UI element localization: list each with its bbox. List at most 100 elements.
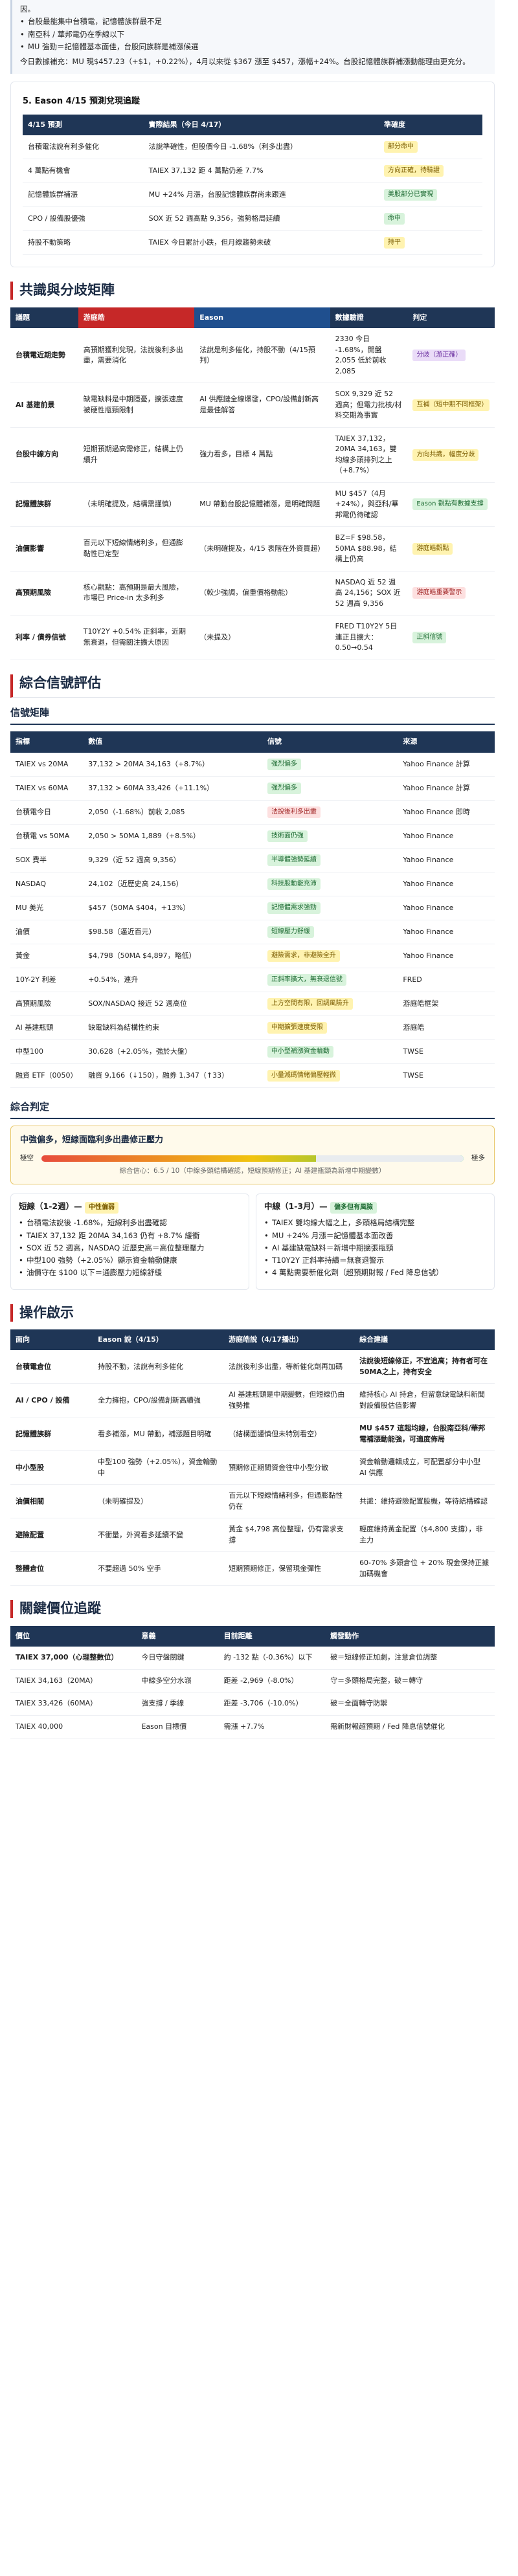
col-header: 判定 [407, 307, 495, 329]
distance-cell: 距差 -2,969（-8.0%） [218, 1669, 326, 1693]
value-cell: 9,329（近 52 週高 9,356） [83, 848, 262, 872]
indicator-cell: 高預期風險 [10, 992, 84, 1016]
source-cell: TWSE [398, 1039, 495, 1064]
you-cell: 高預期獲利兌現，法說後利多出盡，需要消化 [78, 328, 195, 384]
table-row: AI 基建瓶頸 缺電缺料為結構性約束 中期擴張速度受限 游庭皓 [10, 1016, 495, 1040]
accuracy-cell: 部分命中 [379, 135, 482, 160]
indicator-cell: NASDAQ [10, 872, 84, 896]
action-cell: 守＝多頭格局完整，破＝轉守 [325, 1669, 495, 1693]
you-cell: 黃金 $4,798 高位整理，仍有需求支撐 [223, 1518, 355, 1553]
source-cell: TWSE [398, 1063, 495, 1088]
table-row: TAIEX 33,426（60MA） 強支撐 / 季線 距差 -3,706（-10.… [10, 1692, 495, 1716]
status-badge: 中小型補漲資金輪動 [267, 1045, 333, 1058]
intro-partial: 因。 [20, 5, 35, 14]
status-badge: 持平 [384, 237, 405, 249]
table-row: CPO / 設備股優強 SOX 近 52 週高點 9,356，強勢格局延續 命中 [23, 206, 482, 232]
eason-cell: 中型100 強勢（+2.05%），資金輪動中 [93, 1450, 224, 1485]
sentiment-bar-remainder [315, 1155, 464, 1162]
status-badge: 科技股動能充沛 [267, 878, 321, 890]
mid-term-panel: 中線（1-3月）— 偏多但有風險 TAIEX 雙均線大幅之上，多頭格局結構完整 … [256, 1194, 495, 1290]
source-cell: Yahoo Finance [398, 920, 495, 944]
table-row: MU 美光 $457（50MA $404，+13%） 記憶體需求強勁 Yahoo Fi… [10, 896, 495, 920]
verdict-cell: 正斜信號 [407, 615, 495, 660]
eason-cell: （未明確提及，4/15 表階在外資買超） [194, 526, 330, 572]
you-cell: 法說後利多出盡，等新催化劑再加碼 [223, 1350, 355, 1384]
topic-cell: 高預期風險 [10, 571, 78, 616]
meaning-cell: 中線多空分水嶺 [136, 1669, 219, 1693]
topic-cell: 油價影響 [10, 526, 78, 572]
status-badge: 方向共識，幅度分歧 [412, 449, 479, 461]
signal-cell: 技術面仍強 [262, 824, 398, 849]
table-row: 中型100 30,628（+2.05%，強於大盤） 中小型補漲資金輪動 TWSE [10, 1039, 495, 1064]
you-cell: 預期修正期間資金往中小型分散 [223, 1450, 355, 1485]
confidence-caption: 綜合信心：6.5 / 10（中線多頭結構確認，短線預期修正；AI 基建瓶頸為新增… [119, 1166, 386, 1175]
table-row: 記憶體族群 看多補漲，MU 帶動，補漲題目明確 （結構面謹慎但未特別看空） MU $4… [10, 1417, 495, 1452]
aspect-cell: 整體倉位 [10, 1551, 93, 1586]
indicator-cell: AI 基建瓶頸 [10, 1016, 84, 1040]
verdict-text: 中強偏多，短線面臨利多出盡修正壓力 [20, 1135, 164, 1146]
data-cell: MU $457（4月+24%），與亞科/華邦電仍待確認 [330, 482, 408, 527]
result-cell: 法說準確性，但股價今日 -1.68%（利多出盡） [143, 135, 379, 160]
table-row: 融資 ETF（0050） 融資 9,166（↓150），融券 1,347（↑33）… [10, 1063, 495, 1088]
status-badge: 強烈偏多 [267, 758, 301, 770]
signal-cell: 記憶體需求強勁 [262, 896, 398, 920]
you-cell: 百元以下短線情緒利多，但通膨黏性仍在 [223, 1484, 355, 1519]
status-badge: 分歧（游正確） [412, 350, 466, 362]
source-cell: FRED [398, 968, 495, 992]
eason-cell: MU 帶動台股記憶體補漲，是明確問題 [194, 482, 330, 527]
table-row: 持股不動策略 TAIEX 今日累計小跌，但月線趨勢未破 持平 [23, 230, 482, 256]
col-header: 價位 [10, 1625, 137, 1647]
table-row: 高預期風險 核心觀點：高預期是最大風險，市場已 Price-in 太多利多 （較少強… [10, 571, 495, 616]
eason-cell: 不要超過 50% 空手 [93, 1551, 224, 1586]
levels-table: 價位 意義 目前距離 觸發動作 TAIEX 37,000（心理整數位） 今日守盤關… [10, 1625, 495, 1739]
level-cell: TAIEX 33,426（60MA） [10, 1692, 137, 1716]
status-badge: 技術面仍強 [267, 830, 308, 842]
table-row: TAIEX 34,163（20MA） 中線多空分水嶺 距差 -2,969（-8.0%… [10, 1669, 495, 1693]
aspect-cell: 中小型股 [10, 1450, 93, 1485]
verdict-box: 中強偏多，短線面臨利多出盡修正壓力 極空 極多 綜合信心：6.5 / 10（中線… [10, 1126, 495, 1185]
value-cell: $457（50MA $404，+13%） [83, 896, 262, 920]
table-row: 台積電 vs 50MA 2,050 > 50MA 1,889（+8.5%） 技術面仍… [10, 824, 495, 849]
result-cell: TAIEX 今日累計小跌，但月線趨勢未破 [143, 230, 379, 256]
accuracy-cell: 美股部分已實現 [379, 183, 482, 208]
topic-cell: 記憶體族群 [10, 482, 78, 527]
eason-cell: 強力看多，目標 4 萬點 [194, 427, 330, 483]
section-title-levels: 關鍵價位追蹤 [10, 1600, 495, 1618]
you-cell: 缺電缺料是中期隱憂，擴張速度被硬性瓶頸限制 [78, 383, 195, 428]
table-row: 10Y-2Y 利差 +0.54%，連升 正斜率擴大，無衰退信號 FRED [10, 968, 495, 992]
col-header: Eason 說（4/15） [93, 1329, 224, 1351]
list-item: 中型100 強勢（+2.05%）顯示資金輪動健康 [19, 1255, 241, 1267]
data-cell: 2330 今日 -1.68%，開盤 2,055 低於前收 2,085 [330, 328, 408, 384]
judgement-title: 綜合判定 [10, 1100, 495, 1120]
indicator-cell: 中型100 [10, 1039, 84, 1064]
col-header: 數據驗證 [330, 307, 408, 329]
value-cell: $4,798（50MA $4,897，略低） [83, 944, 262, 968]
table-row: 油價 $98.58（逼近百元） 短線壓力舒緩 Yahoo Finance [10, 920, 495, 944]
col-header: 意義 [136, 1625, 219, 1647]
you-cell: T10Y2Y +0.54% 正斜率，近期無衰退，但需關注擴大原因 [78, 615, 195, 660]
you-cell: 核心觀點：高預期是最大風險，市場已 Price-in 太多利多 [78, 571, 195, 616]
advice-cell: 輕度維持黃金配置（$4,800 支撐），非主力 [354, 1518, 495, 1553]
you-cell: 短期預期過高需修正，結構上仍續升 [78, 427, 195, 483]
signal-cell: 強烈偏多 [262, 752, 398, 777]
status-badge: 命中 [384, 213, 405, 225]
col-header: 觸發動作 [325, 1625, 495, 1647]
col-header: 準確度 [379, 114, 482, 136]
action-cell: 需新財報超預期 / Fed 降息信號催化 [325, 1715, 495, 1739]
distance-cell: 需漲 +7.7% [218, 1715, 326, 1739]
value-cell: 24,102（近歷史高 24,156） [83, 872, 262, 896]
action-cell: 破＝全面轉守防禦 [325, 1692, 495, 1716]
indicator-cell: 油價 [10, 920, 84, 944]
indicator-cell: 台積電今日 [10, 800, 84, 825]
indicator-cell: MU 美光 [10, 896, 84, 920]
intro-bullet: 台股最能集中台積電，記憶體族群最不足 [20, 16, 487, 28]
section-title-matrix: 共識與分歧矩陣 [10, 282, 495, 300]
col-header: 實際結果（今日 4/17） [143, 114, 379, 136]
status-badge: 方向正確，待驗證 [384, 165, 444, 177]
forecast-card: 5. Eason 4/15 預測兌現追蹤 4/15 預測 實際結果（今日 4/1… [10, 82, 495, 268]
accuracy-cell: 命中 [379, 206, 482, 232]
intro-bullet: 南亞科 / 華邦電仍在季線以下 [20, 29, 487, 41]
short-term-title: 短線（1-2週）— 中性偏弱 [19, 1201, 241, 1214]
table-row: NASDAQ 24,102（近歷史高 24,156） 科技股動能充沛 Yahoo Fi… [10, 872, 495, 896]
sentiment-scale: 極空 極多 [20, 1153, 485, 1164]
